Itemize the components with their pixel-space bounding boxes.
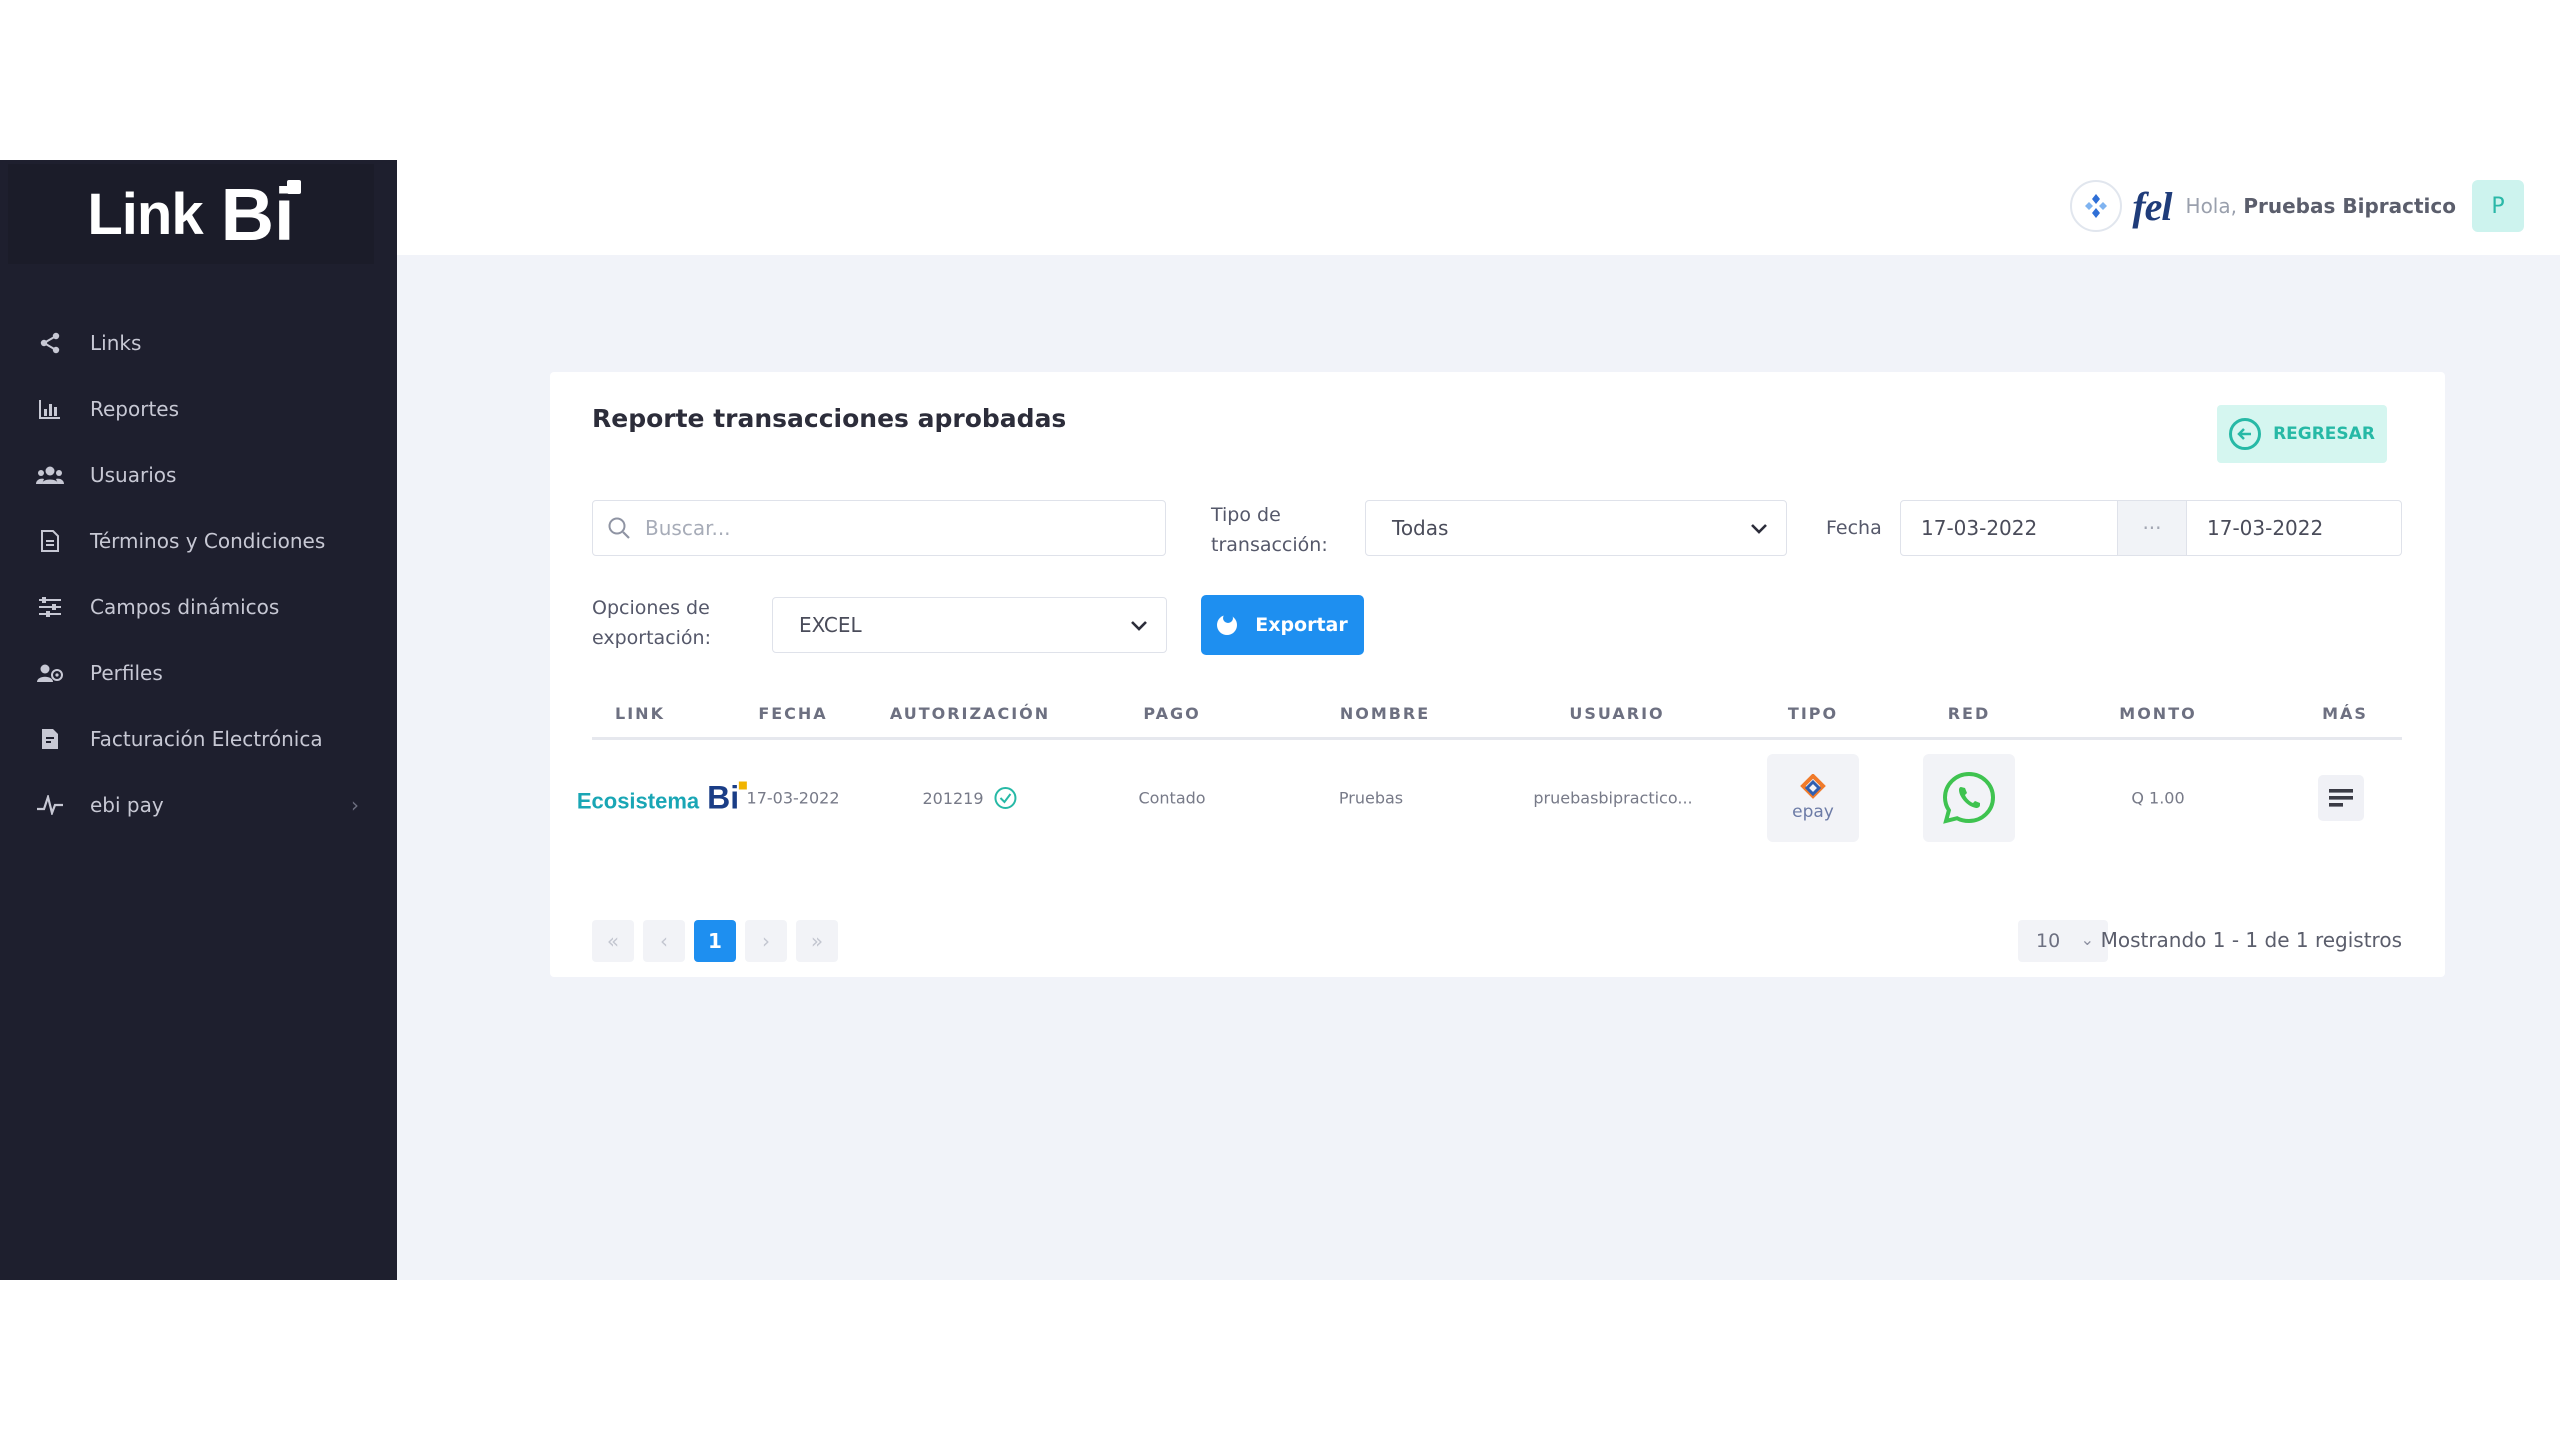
- user-greeting: Hola, Pruebas Bipractico: [2185, 194, 2456, 218]
- back-button-label: REGRESAR: [2273, 424, 2375, 444]
- column-header-tipo[interactable]: TIPO: [1788, 704, 1838, 723]
- sidebar-item-label: Usuarios: [90, 463, 177, 487]
- column-header-red[interactable]: RED: [1948, 704, 1991, 723]
- cell-monto: Q 1.00: [2131, 788, 2185, 808]
- main-content: Reporte transacciones aprobadas REGRESAR…: [397, 255, 2560, 1280]
- export-format-select[interactable]: EXCEL: [772, 597, 1167, 653]
- brand-logo-mark: Bi: [221, 172, 301, 257]
- chevron-down-icon: ⌄: [2080, 930, 2094, 949]
- sidebar-item-campos-dinamicos[interactable]: Campos dinámicos: [0, 574, 397, 640]
- column-header-pago[interactable]: PAGO: [1143, 704, 1200, 723]
- partner-logo-icon: [2070, 180, 2123, 232]
- whatsapp-icon: [1923, 754, 2015, 842]
- sidebar-item-label: ebi pay: [90, 793, 164, 817]
- bar-chart-icon: [36, 395, 64, 423]
- fecha-desde-input[interactable]: 17-03-2022: [1900, 500, 2118, 556]
- sidebar-item-label: Términos y Condiciones: [90, 529, 326, 553]
- records-summary: Mostrando 1 - 1 de 1 registros: [2100, 928, 2402, 952]
- date-range-separator: ···: [2118, 500, 2186, 556]
- sidebar-item-facturacion[interactable]: Facturación Electrónica: [0, 706, 397, 772]
- column-header-mas[interactable]: MÁS: [2322, 704, 2368, 723]
- chevron-right-icon: ›: [351, 793, 359, 817]
- back-button[interactable]: REGRESAR: [2217, 405, 2387, 463]
- column-header-fecha[interactable]: FECHA: [758, 704, 827, 723]
- chevron-down-icon: [1131, 621, 1147, 631]
- per-page-select[interactable]: 10 ⌄: [2018, 920, 2108, 962]
- arrow-left-circle-icon: [2229, 418, 2262, 450]
- export-icon: [1217, 613, 1238, 635]
- fecha-label: Fecha: [1826, 517, 1882, 539]
- cell-red: [1923, 754, 2015, 842]
- tipo-transaccion-select[interactable]: Todas: [1365, 500, 1787, 556]
- last-page-button[interactable]: »: [796, 920, 838, 962]
- report-card: Reporte transacciones aprobadas REGRESAR…: [550, 372, 2445, 977]
- export-button[interactable]: Exportar: [1201, 595, 1364, 655]
- sidebar-item-label: Reportes: [90, 397, 180, 421]
- table-header: LINK FECHA AUTORIZACIÓN PAGO NOMBRE USUA…: [592, 692, 2402, 740]
- search-input[interactable]: [645, 516, 1125, 540]
- fel-logo: fel: [2132, 183, 2172, 229]
- cell-pago: Contado: [1138, 788, 1206, 808]
- fecha-hasta-input[interactable]: 17-03-2022: [2186, 500, 2402, 556]
- avatar[interactable]: P: [2472, 180, 2524, 232]
- search-box: [592, 500, 1166, 556]
- brand-logo-text: Link: [87, 181, 203, 247]
- sidebar-item-perfiles[interactable]: Perfiles: [0, 640, 397, 706]
- sidebar-item-label: Perfiles: [90, 661, 163, 685]
- export-options-label: Opciones de exportación:: [592, 597, 711, 649]
- sliders-icon: [36, 593, 64, 621]
- link-brand-logo[interactable]: Ecosistema Bi: [577, 780, 748, 817]
- column-header-monto[interactable]: MONTO: [2119, 704, 2196, 723]
- row-more-button[interactable]: [2318, 775, 2364, 821]
- cell-usuario: pruebasbipractico...: [1533, 788, 1693, 808]
- sidebar: Link Bi Links Reportes Usuarios Términos…: [0, 160, 397, 1280]
- brand-logo[interactable]: Link Bi: [8, 164, 374, 264]
- users-icon: [36, 461, 64, 489]
- column-header-usuario[interactable]: USUARIO: [1569, 704, 1664, 723]
- first-page-button[interactable]: «: [592, 920, 634, 962]
- cell-fecha: 17-03-2022: [746, 788, 840, 808]
- chevron-down-icon: [1751, 524, 1767, 534]
- sidebar-item-label: Facturación Electrónica: [90, 727, 323, 751]
- sidebar-item-reportes[interactable]: Reportes: [0, 376, 397, 442]
- document-icon: [36, 527, 64, 555]
- page-title: Reporte transacciones aprobadas: [592, 404, 1067, 433]
- top-bar: fel Hola, Pruebas Bipractico P: [397, 160, 2560, 255]
- prev-page-button[interactable]: ‹: [643, 920, 685, 962]
- page-button-current[interactable]: 1: [694, 920, 736, 962]
- sidebar-item-links[interactable]: Links: [0, 310, 397, 376]
- cell-autorizacion: 201219: [922, 786, 1017, 810]
- sidebar-nav: Links Reportes Usuarios Términos y Condi…: [0, 310, 397, 838]
- user-name: Pruebas Bipractico: [2243, 194, 2456, 218]
- pagination: « ‹ 1 › »: [592, 920, 847, 962]
- check-circle-icon: [994, 787, 1017, 809]
- column-header-link[interactable]: LINK: [615, 704, 665, 723]
- top-right-area: fel Hola, Pruebas Bipractico P: [2070, 180, 2524, 232]
- column-header-nombre[interactable]: NOMBRE: [1340, 704, 1430, 723]
- invoice-icon: [36, 725, 64, 753]
- search-icon: [608, 517, 630, 539]
- cell-tipo: epay: [1767, 754, 1859, 842]
- epay-logo-icon: epay: [1767, 754, 1859, 842]
- column-header-autorizacion[interactable]: AUTORIZACIÓN: [890, 704, 1050, 723]
- table-row: Ecosistema Bi 17-03-2022 201219 Contado P…: [577, 748, 2402, 848]
- ebipay-icon: [36, 791, 64, 819]
- app-frame: Link Bi Links Reportes Usuarios Términos…: [0, 160, 2560, 1280]
- profiles-icon: [36, 659, 64, 687]
- tipo-transaccion-label: Tipo de transacción:: [1211, 504, 1328, 556]
- sidebar-item-usuarios[interactable]: Usuarios: [0, 442, 397, 508]
- cell-nombre: Pruebas: [1338, 788, 1404, 808]
- share-icon: [36, 329, 64, 357]
- sidebar-item-label: Links: [90, 331, 142, 355]
- sidebar-item-terminos[interactable]: Términos y Condiciones: [0, 508, 397, 574]
- next-page-button[interactable]: ›: [745, 920, 787, 962]
- sidebar-item-label: Campos dinámicos: [90, 595, 280, 619]
- sidebar-item-ebi-pay[interactable]: ebi pay ›: [0, 772, 397, 838]
- export-button-label: Exportar: [1255, 614, 1348, 636]
- list-icon: [2329, 789, 2353, 807]
